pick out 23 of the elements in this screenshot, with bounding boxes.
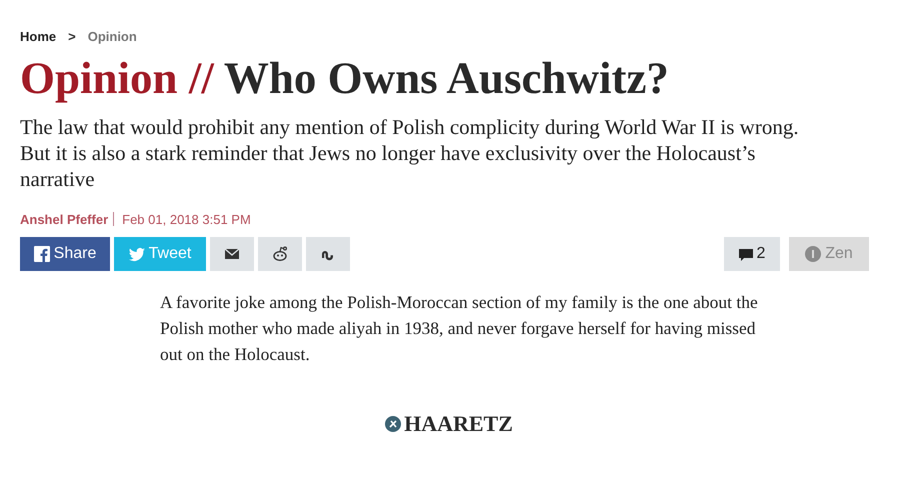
author-link[interactable]: Anshel Pfeffer <box>20 212 108 226</box>
breadcrumb-link[interactable]: Home <box>20 28 56 44</box>
breadcrumb-link[interactable]: Opinion <box>88 28 137 44</box>
email-button[interactable] <box>210 237 254 271</box>
stumbleupon-button[interactable] <box>306 237 350 271</box>
publish-date: Feb 01, 2018 3:51 PM <box>122 212 251 226</box>
section-link[interactable]: Opinion // <box>20 53 214 103</box>
article-subtitle: The law that would prohibit any mention of Polish complicity during World War II is wrong. But it is also a stark reminder that Jews no longer have exclusivity over the Holocaust’s narrative <box>20 114 800 192</box>
reddit-button[interactable] <box>258 237 302 271</box>
logo-icon <box>385 416 402 432</box>
headline-title: Who Owns Auschwitz? <box>224 53 669 103</box>
article-paragraph: A favorite joke among the Polish-Moroccan section of my family is the one about the Polish mother who made aliyah in 1938, and never forgave herself for having missed out on the Holocaust. <box>160 291 759 366</box>
info-icon <box>805 246 822 262</box>
reddit-icon <box>272 246 288 262</box>
facebook-share-button[interactable]: Share <box>20 237 110 271</box>
byline-divider <box>113 212 114 226</box>
comments-button[interactable]: 2 <box>724 237 780 271</box>
breadcrumb-separator: > <box>68 28 76 44</box>
bird-icon <box>128 246 145 262</box>
comment-icon <box>738 247 753 261</box>
logo-wordmark: HAARETZ <box>404 411 513 437</box>
facebook-icon <box>34 246 50 262</box>
envelope-icon <box>224 246 240 262</box>
